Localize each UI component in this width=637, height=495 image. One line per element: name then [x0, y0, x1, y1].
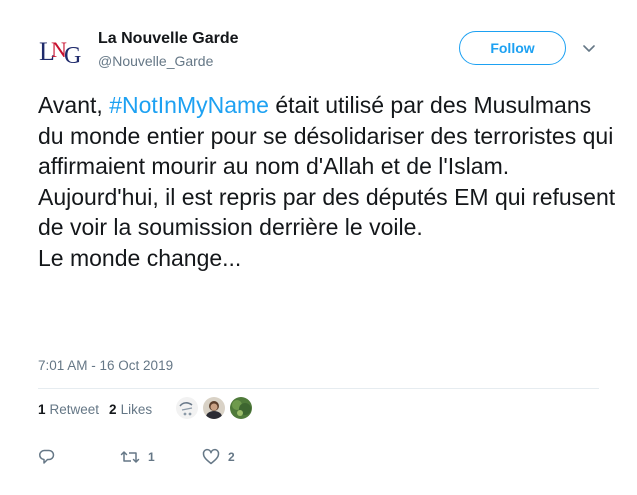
follow-button[interactable]: Follow: [459, 31, 566, 65]
hashtag-link[interactable]: #NotInMyName: [109, 92, 269, 118]
liker-avatar[interactable]: [176, 397, 198, 419]
likes-stat-label: Likes: [120, 402, 153, 417]
retweet-icon: [120, 451, 140, 463]
like-count: 2: [228, 450, 235, 464]
account-name[interactable]: La Nouvelle Garde: [98, 30, 239, 48]
retweet-count: 1: [148, 450, 155, 464]
retweet-stat-label: Retweet: [49, 402, 100, 417]
like-button[interactable]: 2: [202, 448, 235, 466]
tweet-text-start: Avant,: [38, 92, 110, 118]
tweet-text: Avant, #NotInMyName était utilisé par de…: [38, 90, 618, 273]
chevron-down-icon[interactable]: [580, 40, 598, 58]
liker-avatars: [176, 397, 257, 419]
svg-text:G: G: [64, 43, 81, 69]
tweet-stats: 1 Retweet 2 Likes: [38, 402, 162, 417]
account-handle[interactable]: @Nouvelle_Garde: [98, 53, 213, 69]
retweet-stat-count: 1: [38, 402, 46, 417]
likes-stat[interactable]: 2 Likes: [109, 402, 152, 417]
tweet-text-rest: était utilisé par des Musulmans du monde…: [38, 92, 616, 271]
retweet-stat[interactable]: 1 Retweet: [38, 402, 99, 417]
divider: [38, 388, 599, 389]
retweet-button[interactable]: 1: [120, 448, 155, 466]
reply-button[interactable]: [38, 448, 64, 466]
tweet-card: L N G La Nouvelle Garde @Nouvelle_Garde …: [0, 0, 637, 495]
liker-avatar[interactable]: [230, 397, 252, 419]
account-avatar[interactable]: L N G: [36, 28, 86, 72]
lng-logo-icon: L N G: [39, 37, 81, 69]
heart-icon: [202, 448, 220, 465]
likes-stat-count: 2: [109, 402, 117, 417]
liker-avatar[interactable]: [203, 397, 225, 419]
reply-icon: [39, 449, 55, 464]
tweet-timestamp[interactable]: 7:01 AM - 16 Oct 2019: [38, 358, 173, 373]
